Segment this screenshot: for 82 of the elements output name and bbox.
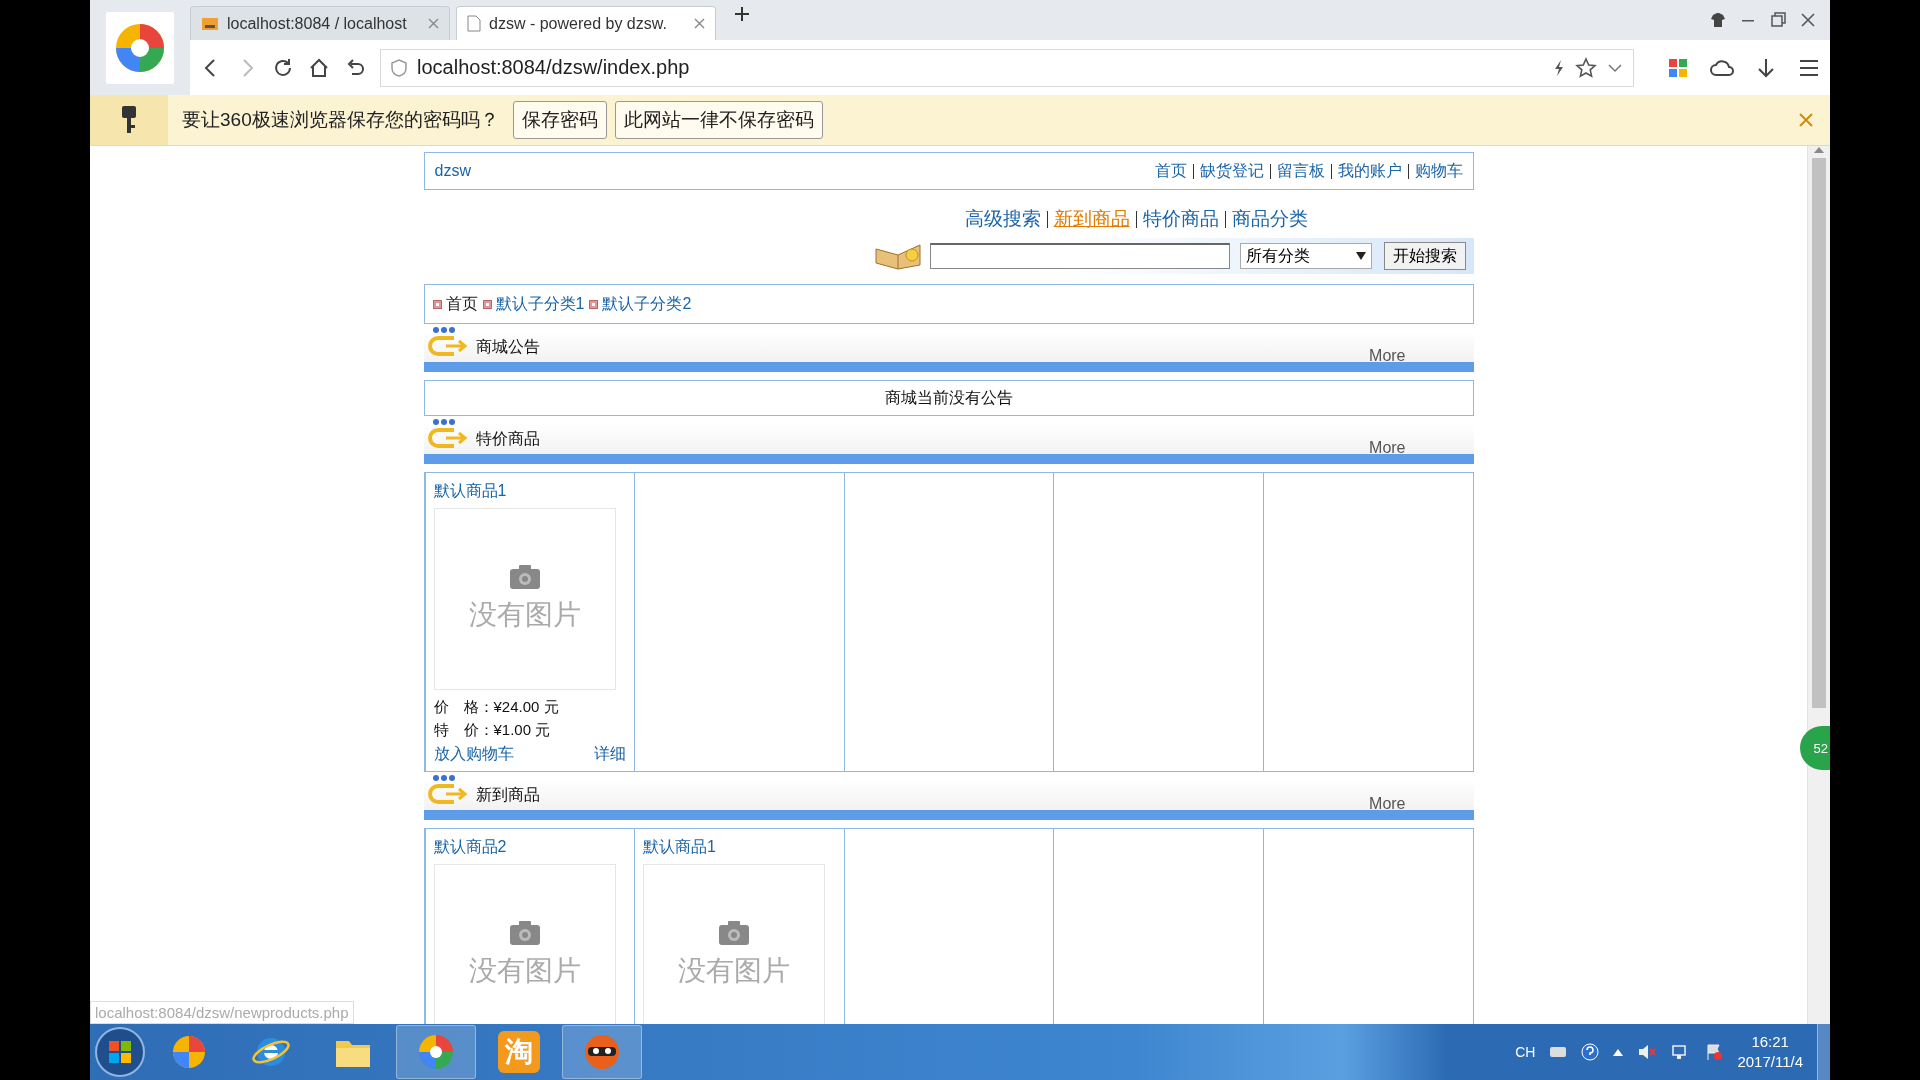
close-icon[interactable]: [1798, 112, 1814, 128]
notice-box: 商城当前没有公告: [423, 380, 1474, 416]
password-button[interactable]: 此网站一律不保存密码: [614, 101, 823, 139]
url-text: localhost:8084/dzsw/index.php: [417, 56, 691, 79]
lightning-icon[interactable]: [1553, 58, 1565, 77]
menu-icon[interactable]: [1798, 57, 1820, 78]
category-link[interactable]: 默认子分类1: [482, 293, 585, 315]
nav-link[interactable]: 我的账户: [1337, 160, 1402, 182]
browser-app-icon[interactable]: [416, 1032, 456, 1072]
section-title: 商城公告: [475, 337, 540, 357]
nav-link[interactable]: 高级搜索: [964, 206, 1041, 232]
book-icon: [873, 241, 924, 271]
nav-link[interactable]: 留言板: [1276, 160, 1325, 182]
help-icon[interactable]: [1581, 1043, 1600, 1061]
close-icon[interactable]: [428, 18, 439, 29]
clock[interactable]: 16:21 2017/11/4: [1737, 1032, 1803, 1072]
browser-logo-icon[interactable]: [114, 22, 166, 74]
site-name-link[interactable]: dzsw: [434, 162, 471, 180]
tab-title: dzsw - powered by dzsw.: [489, 14, 668, 33]
category-link[interactable]: 默认子分类2: [589, 293, 692, 315]
no-image-text: 没有图片: [468, 954, 581, 988]
tab-title: localhost:8084 / localhost: [227, 14, 408, 33]
new-tab-icon[interactable]: [734, 6, 750, 22]
pma-icon: [201, 15, 219, 32]
caret-icon: [1355, 252, 1366, 260]
nav-link[interactable]: 缺货登记: [1199, 160, 1264, 182]
home-icon[interactable]: [308, 56, 330, 79]
section-title: 特价商品: [475, 429, 540, 449]
no-image-text: 没有图片: [678, 954, 791, 988]
close-icon[interactable]: [694, 18, 705, 29]
maximize-icon[interactable]: [1770, 12, 1786, 28]
search-field[interactable]: [929, 243, 1230, 269]
key-icon: [120, 105, 138, 135]
start-button-icon[interactable]: [94, 1026, 146, 1078]
keyboard-icon[interactable]: [1549, 1045, 1568, 1059]
prompt-text: 要让360极速浏览器保存您的密码吗？: [182, 108, 499, 132]
price-text: 价 格：¥24.00 元: [433, 698, 560, 717]
category-link[interactable]: 首页: [432, 293, 478, 315]
scrollbar[interactable]: [1807, 146, 1830, 1024]
apps-icon[interactable]: [1668, 57, 1688, 78]
download-icon[interactable]: [1756, 56, 1776, 79]
shirt-icon[interactable]: [1710, 12, 1726, 28]
product-link[interactable]: 默认商品2: [433, 837, 627, 858]
search-button[interactable]: 开始搜索: [1383, 242, 1466, 270]
bullet-icon: [589, 299, 599, 309]
more-link[interactable]: More: [1369, 439, 1406, 457]
nav-link[interactable]: 特价商品: [1142, 206, 1219, 232]
page-icon: [467, 15, 481, 32]
browser-tab[interactable]: localhost:8084 / localhost: [190, 6, 450, 40]
nav-link[interactable]: 首页: [1154, 160, 1187, 182]
camera-icon: [718, 920, 751, 946]
camera-icon: [508, 920, 541, 946]
category-select[interactable]: 所有分类: [1239, 243, 1372, 269]
password-button[interactable]: 保存密码: [512, 101, 607, 139]
more-link[interactable]: More: [1369, 347, 1406, 365]
scroll-thumb[interactable]: [1812, 158, 1826, 708]
bullet-icon: [432, 299, 442, 309]
nav-link[interactable]: 购物车: [1414, 160, 1463, 182]
language-indicator[interactable]: CH: [1515, 1044, 1536, 1060]
reload-icon[interactable]: [272, 56, 294, 79]
bullet-icon: [482, 299, 492, 309]
star-icon[interactable]: [1575, 56, 1597, 79]
section-title: 新到商品: [475, 785, 540, 805]
address-bar[interactable]: localhost:8084/dzsw/index.php: [380, 48, 1634, 87]
tray-arrow-icon[interactable]: [1613, 1048, 1624, 1056]
cloud-icon[interactable]: [1710, 57, 1734, 78]
status-url: localhost:8084/dzsw/newproducts.php: [90, 1001, 354, 1024]
add-to-cart-link[interactable]: 放入购物车: [433, 744, 514, 765]
close-icon[interactable]: [1800, 12, 1816, 28]
detail-link[interactable]: 详细: [594, 744, 627, 765]
browser-tab[interactable]: dzsw - powered by dzsw.: [456, 6, 716, 40]
special-price-text: 特 价：¥1.00 元: [433, 721, 552, 740]
shield-icon: [391, 58, 407, 77]
camera-icon: [508, 564, 541, 590]
no-image-text: 没有图片: [468, 598, 581, 632]
product-link[interactable]: 默认商品1: [433, 481, 627, 502]
product-link[interactable]: 默认商品1: [643, 837, 836, 858]
masked-face-icon[interactable]: [582, 1032, 622, 1072]
volume-muted-icon[interactable]: [1637, 1043, 1658, 1061]
more-link[interactable]: More: [1369, 795, 1406, 813]
nav-link[interactable]: 商品分类: [1231, 206, 1308, 232]
flag-icon[interactable]: [1705, 1043, 1724, 1061]
